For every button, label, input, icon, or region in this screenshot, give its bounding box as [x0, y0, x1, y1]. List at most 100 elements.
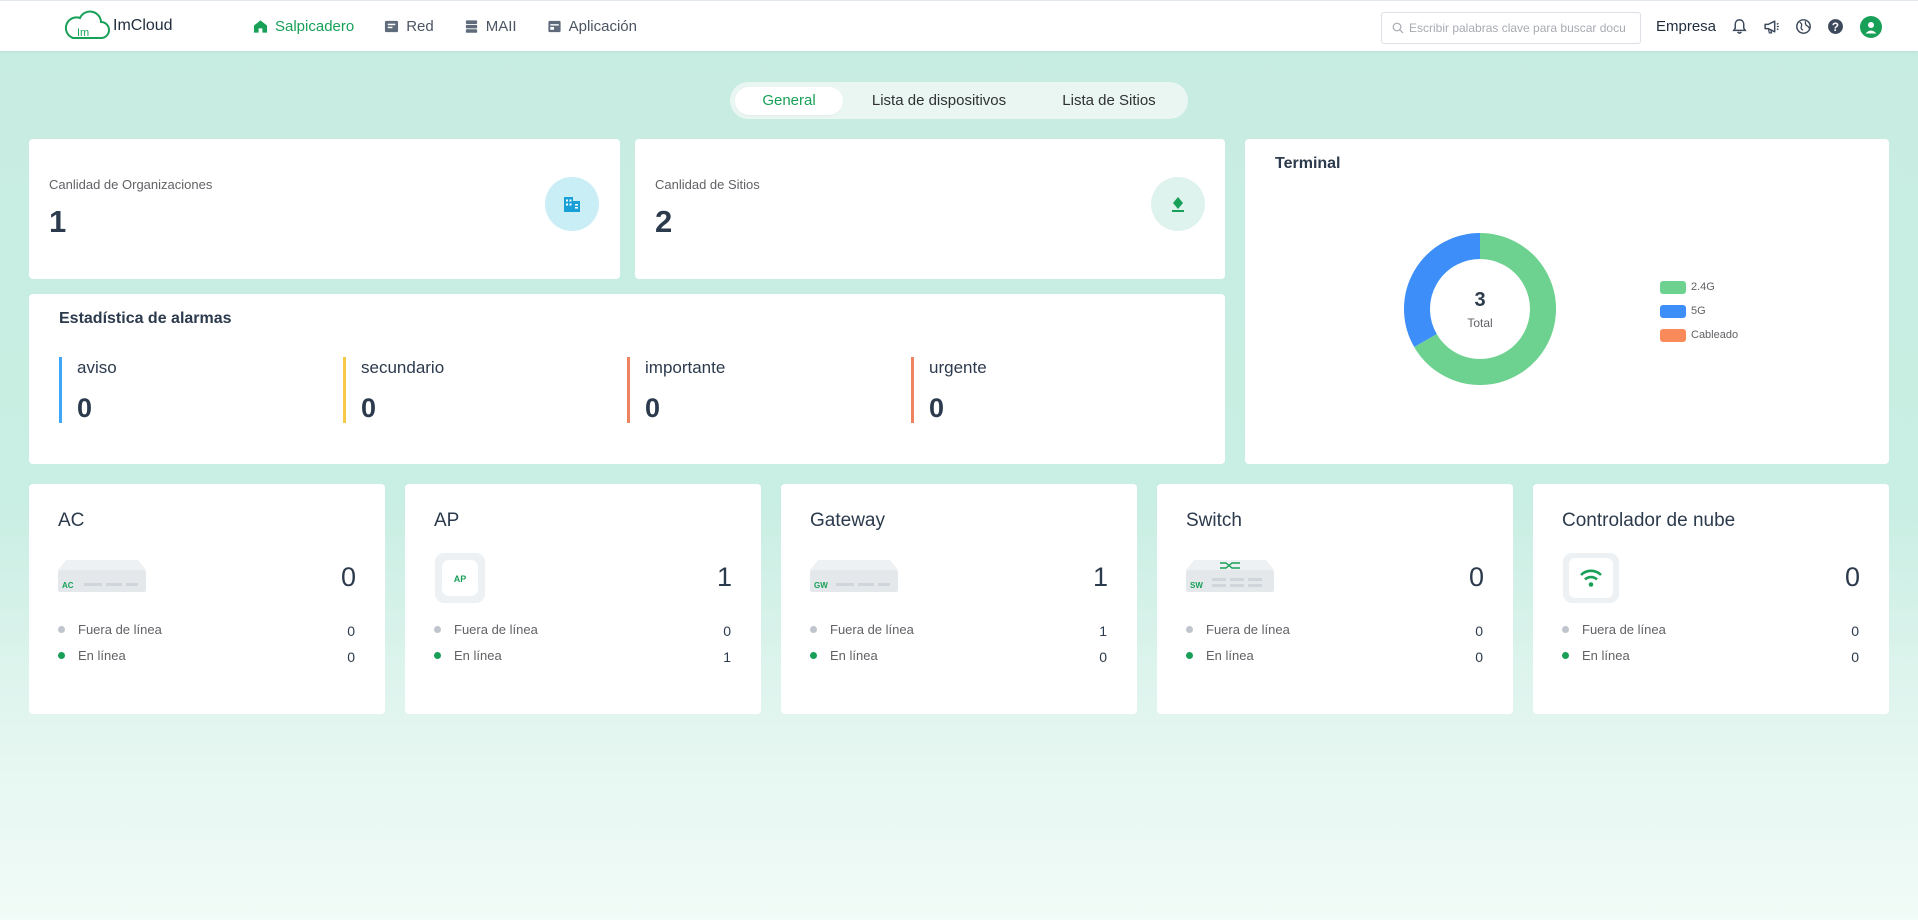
nav-label: Red	[406, 18, 434, 35]
device-title: Switch	[1186, 510, 1242, 531]
cloud-logo-icon: Im	[64, 10, 110, 39]
online-label: En línea	[1582, 648, 1630, 663]
nav-item-red[interactable]: Red	[384, 18, 434, 35]
offline-value: 0	[347, 623, 355, 639]
terminal-title: Terminal	[1275, 155, 1341, 172]
bell-icon[interactable]	[1730, 18, 1748, 36]
alarm-statistics-title: Estadística de alarmas	[59, 310, 232, 327]
ac-device-icon: AC	[58, 560, 146, 592]
offline-row: Fuera de línea	[1562, 622, 1666, 637]
offline-value: 0	[1475, 623, 1483, 639]
alarm-label: secundario	[361, 358, 445, 377]
search-box	[1381, 12, 1641, 44]
online-dot	[1562, 652, 1569, 659]
nav-item-salpicadero[interactable]: Salpicadero	[253, 18, 354, 35]
online-row: En línea	[58, 648, 126, 663]
offline-row: Fuera de línea	[58, 622, 162, 637]
alarm-importante: importante 0	[627, 357, 725, 423]
offline-label: Fuera de línea	[1582, 622, 1666, 637]
donut-center-label: Total	[1467, 316, 1493, 330]
alarm-secundario: secundario 0	[343, 357, 444, 423]
legend-swatch	[1660, 328, 1686, 342]
online-label: En línea	[1206, 648, 1254, 663]
online-row: En línea	[1562, 648, 1630, 663]
device-title: Gateway	[810, 510, 885, 531]
online-label: En línea	[830, 648, 878, 663]
online-value: 0	[1475, 649, 1483, 665]
online-label: En línea	[78, 648, 126, 663]
offline-value: 0	[1851, 623, 1859, 639]
alarm-label: urgente	[929, 358, 987, 377]
building-icon	[545, 177, 599, 231]
user-avatar-icon[interactable]	[1860, 15, 1883, 38]
alarm-value: 0	[929, 393, 945, 423]
tab-general[interactable]: General	[735, 86, 843, 115]
nav-label: MAII	[485, 18, 517, 35]
megaphone-icon[interactable]	[1762, 18, 1780, 36]
globe-icon[interactable]	[1794, 18, 1812, 36]
legend-swatch	[1660, 304, 1686, 318]
offline-label: Fuera de línea	[1206, 622, 1290, 637]
online-dot	[810, 652, 817, 659]
online-row: En línea	[1186, 648, 1254, 663]
home-icon	[253, 20, 268, 33]
online-value: 0	[1099, 649, 1107, 665]
online-row: En línea	[434, 648, 502, 663]
device-count: 0	[1468, 562, 1484, 592]
sites-value: 2	[655, 204, 673, 239]
alarm-label: importante	[645, 358, 726, 377]
offline-dot	[1186, 626, 1193, 633]
offline-label: Fuera de línea	[78, 622, 162, 637]
organization-selector[interactable]: Empresa	[1656, 18, 1716, 35]
alarm-label: aviso	[77, 358, 117, 377]
device-count: 0	[340, 562, 356, 592]
legend-item-cableado[interactable]: Cableado	[1660, 323, 1738, 347]
sites-label: Canlidad de Sitios	[655, 177, 760, 192]
legend-item-5g[interactable]: 5G	[1660, 299, 1738, 323]
wifi-controller-icon	[1563, 553, 1619, 603]
nav-item-aplicacion[interactable]: Aplicación	[547, 18, 637, 35]
app-logo[interactable]: Im ImCloud	[63, 9, 173, 43]
alarm-aviso: aviso 0	[59, 357, 117, 423]
switch-device-icon: SW	[1186, 560, 1274, 592]
offline-dot	[810, 626, 817, 633]
device-icon-text: AP	[454, 574, 467, 584]
ap-device-icon: AP	[435, 553, 485, 603]
online-dot	[434, 652, 441, 659]
tab-site-list[interactable]: Lista de Sitios	[1035, 87, 1183, 115]
nav-item-maii[interactable]: MAII	[464, 18, 517, 35]
online-value: 0	[347, 649, 355, 665]
app-icon	[548, 20, 561, 33]
online-row: En línea	[810, 648, 878, 663]
search-input[interactable]	[1409, 21, 1634, 35]
legend-label: Cableado	[1691, 329, 1739, 341]
legend-swatch	[1660, 280, 1686, 294]
alarm-value: 0	[645, 393, 661, 423]
offline-dot	[434, 626, 441, 633]
legend-item-24g[interactable]: 2.4G	[1660, 275, 1738, 299]
offline-value: 1	[1099, 623, 1107, 639]
search-icon	[1392, 22, 1404, 34]
device-icon-text: SW	[1190, 581, 1203, 590]
nav-label: Salpicadero	[275, 18, 355, 35]
overview-tabs: General Lista de dispositivos Lista de S…	[730, 82, 1188, 119]
offline-dot	[58, 626, 65, 633]
nav-label: Aplicación	[568, 18, 637, 35]
donut-center-value: 3	[1474, 289, 1486, 311]
offline-dot	[1562, 626, 1569, 633]
svg-text:Im: Im	[77, 27, 89, 39]
legend-label: 2.4G	[1691, 281, 1715, 293]
database-icon	[465, 20, 477, 33]
top-navigation-bar: Im ImCloud Salpicadero Red MAII Aplicaci…	[0, 0, 1918, 51]
offline-row: Fuera de línea	[434, 622, 538, 637]
help-icon[interactable]: ?	[1826, 18, 1844, 36]
header-tools: Empresa ?	[1656, 1, 1883, 52]
online-value: 1	[723, 649, 731, 665]
device-count: 0	[1844, 562, 1860, 592]
terminal-card	[1245, 139, 1889, 464]
device-title: AC	[58, 510, 85, 531]
tab-device-list[interactable]: Lista de dispositivos	[843, 87, 1035, 115]
legend-label: 5G	[1691, 305, 1706, 317]
location-icon	[1151, 177, 1205, 231]
device-title: AP	[434, 510, 460, 531]
